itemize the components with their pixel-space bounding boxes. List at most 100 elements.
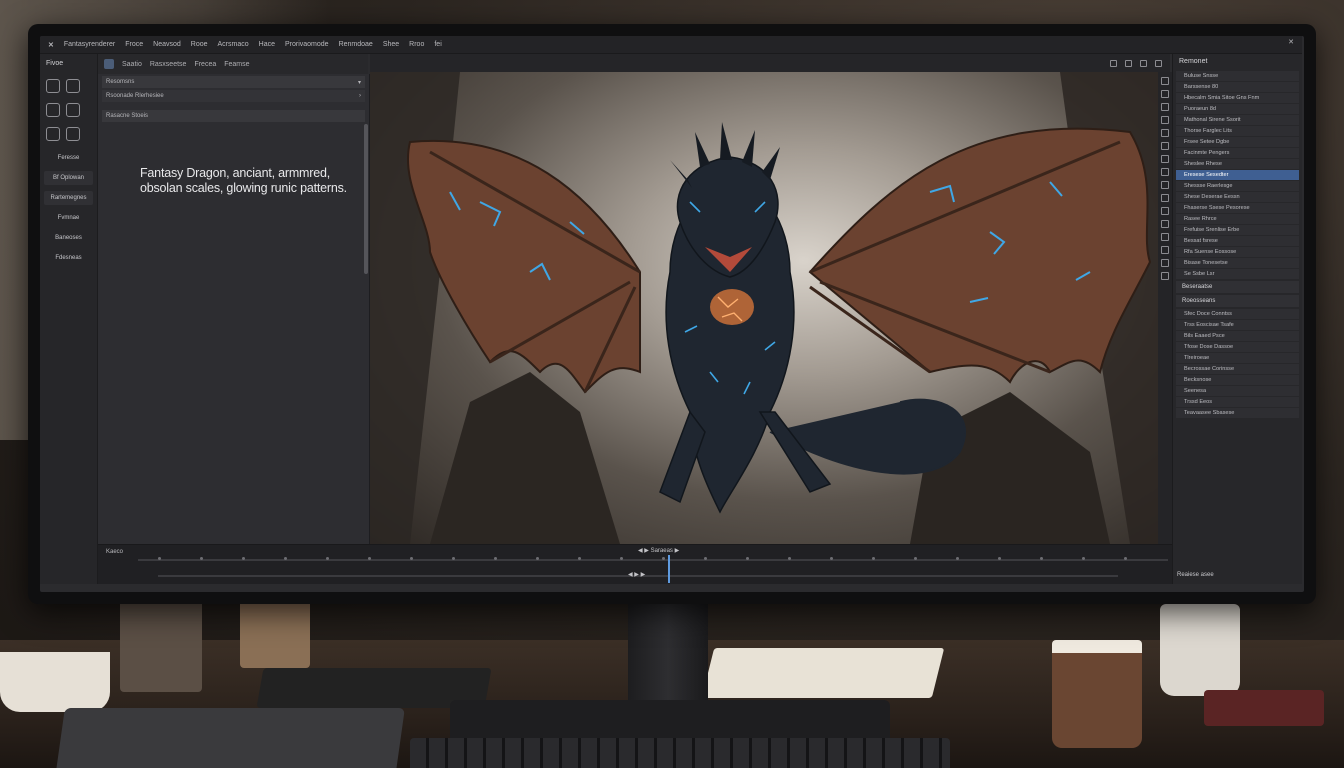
layer-row[interactable]: Eresese Sesedter <box>1176 170 1299 180</box>
tab[interactable]: Feamse <box>224 61 249 68</box>
layer-row[interactable]: Tfose Dose Dassoe <box>1176 342 1299 352</box>
layer-row[interactable]: Becrossae Corinsse <box>1176 364 1299 374</box>
keyframe-dot[interactable] <box>1040 557 1043 560</box>
keyframe-dot[interactable] <box>788 557 791 560</box>
keyframe-dot[interactable] <box>536 557 539 560</box>
zoom-icon[interactable] <box>1140 59 1147 67</box>
timeline-track[interactable] <box>138 559 1168 561</box>
layer-row[interactable]: Puoraeun 8d <box>1176 104 1299 114</box>
rail-button[interactable]: Fdesneas <box>44 251 93 265</box>
keyframe-dot[interactable] <box>914 557 917 560</box>
keyframe-dot[interactable] <box>284 557 287 560</box>
layer-row[interactable]: Bils Eaaed Psce <box>1176 331 1299 341</box>
wand-icon[interactable] <box>46 103 60 117</box>
menu-item[interactable]: Rroo <box>409 41 424 48</box>
keyframe-dot[interactable] <box>158 557 161 560</box>
playback-controls[interactable]: ◀ ▶ Saraeas ▶ <box>638 547 679 554</box>
menu-item[interactable]: Fantasyrenderer <box>64 41 115 48</box>
keyframe-dot[interactable] <box>452 557 455 560</box>
link-icon[interactable] <box>66 103 80 117</box>
playback-controls-bottom[interactable]: ◀ ▶ ▶ <box>628 571 645 578</box>
menu-item[interactable]: Acrsmaco <box>218 41 249 48</box>
grid-icon[interactable] <box>1125 59 1132 67</box>
layer-row[interactable]: Rfa Suense Eossose <box>1176 247 1299 257</box>
menu-item[interactable]: Froce <box>125 41 143 48</box>
keyframe-dot[interactable] <box>242 557 245 560</box>
pin-icon[interactable] <box>1161 233 1169 241</box>
keyframe-dot[interactable] <box>1124 557 1127 560</box>
rail-button[interactable]: Baneoses <box>44 231 93 245</box>
rail-button[interactable]: Bf Oplowan <box>44 171 93 185</box>
image-canvas[interactable] <box>370 72 1158 544</box>
layer-row[interactable]: Bisase Tonesetse <box>1176 258 1299 268</box>
keyframe-dot[interactable] <box>998 557 1001 560</box>
history-icon[interactable] <box>1161 103 1169 111</box>
mask-icon[interactable] <box>1161 129 1169 137</box>
keyframe-dot[interactable] <box>200 557 203 560</box>
menu-item[interactable]: fei <box>434 41 441 48</box>
layer-row[interactable]: Teavaasee Sbasese <box>1176 408 1299 418</box>
layers-icon[interactable] <box>1161 77 1169 85</box>
menu-item[interactable]: Rooe <box>191 41 208 48</box>
crop-icon[interactable] <box>46 79 60 93</box>
keyframe-dot[interactable] <box>830 557 833 560</box>
layer-row[interactable]: Buluse Snsse <box>1176 71 1299 81</box>
scrollbar[interactable] <box>364 124 368 274</box>
keyframe-dot[interactable] <box>746 557 749 560</box>
brush-settings-icon[interactable] <box>1161 155 1169 163</box>
close-icon[interactable]: ✕ <box>1288 38 1294 46</box>
layer-row[interactable]: Tlreiroeae <box>1176 353 1299 363</box>
layer-row[interactable]: Sfec Doce Conntss <box>1176 309 1299 319</box>
layer-row[interactable]: Becksnose <box>1176 375 1299 385</box>
info-icon[interactable] <box>1161 220 1169 228</box>
layer-row[interactable]: Facinmte Pengers <box>1176 148 1299 158</box>
layer-row[interactable]: Trssd Eeos <box>1176 397 1299 407</box>
eye-icon[interactable] <box>1161 246 1169 254</box>
tab[interactable]: Frecea <box>194 61 216 68</box>
transform-icon[interactable] <box>46 127 60 141</box>
user-icon[interactable] <box>1161 272 1169 280</box>
export-icon[interactable] <box>1161 194 1169 202</box>
layer-row[interactable]: Mathonal Sirene Ssorit <box>1176 115 1299 125</box>
channel-icon[interactable] <box>1161 142 1169 150</box>
layer-row[interactable]: Bessat fsrese <box>1176 236 1299 246</box>
keyframe-dot[interactable] <box>410 557 413 560</box>
prompt-textarea[interactable]: Fantasy Dragon, anciant, armmred, obsola… <box>140 166 360 196</box>
menu-item[interactable]: Shee <box>383 41 399 48</box>
layer-row[interactable]: Sheslee Rhese <box>1176 159 1299 169</box>
share-icon[interactable] <box>1161 207 1169 215</box>
rail-button[interactable]: Rartemegnes <box>44 191 93 205</box>
settings-icon[interactable] <box>1110 59 1117 67</box>
keyframe-dot[interactable] <box>956 557 959 560</box>
adjust-icon[interactable] <box>1161 90 1169 98</box>
menu-item[interactable]: Renmdoae <box>339 41 373 48</box>
playhead[interactable] <box>668 555 670 583</box>
panel-subheader[interactable]: Rsoonade Rlerhesiee › <box>102 90 365 102</box>
menu-item[interactable]: Hace <box>259 41 275 48</box>
layer-row[interactable]: Se Ssbe Lsr <box>1176 269 1299 279</box>
keyframe-dot[interactable] <box>578 557 581 560</box>
tab[interactable]: Rasxseetse <box>150 61 187 68</box>
keyframe-dot[interactable] <box>704 557 707 560</box>
color-icon[interactable] <box>1161 116 1169 124</box>
layer-row[interactable]: Barssense 80 <box>1176 82 1299 92</box>
layer-row[interactable]: Thorse Farglec Lits <box>1176 126 1299 136</box>
menu-item[interactable]: Prorivaomode <box>285 41 329 48</box>
layer-row[interactable]: Seenesa <box>1176 386 1299 396</box>
lock-icon[interactable] <box>1161 259 1169 267</box>
eraser-icon[interactable] <box>66 127 80 141</box>
menu-item[interactable]: Neavsod <box>153 41 181 48</box>
rail-button[interactable]: Fvmnae <box>44 211 93 225</box>
keyframe-dot[interactable] <box>872 557 875 560</box>
keyframe-dot[interactable] <box>620 557 623 560</box>
fit-icon[interactable] <box>1155 59 1162 67</box>
keyframe-dot[interactable] <box>494 557 497 560</box>
layer-row[interactable]: Shese Deserae Eessn <box>1176 192 1299 202</box>
brush-icon[interactable] <box>66 79 80 93</box>
layer-row[interactable]: Trss Eoscisae Tsafe <box>1176 320 1299 330</box>
layer-row[interactable]: Hbecalm Smia Sitoe Gns Fnm <box>1176 93 1299 103</box>
filter-icon[interactable] <box>1161 181 1169 189</box>
keyframe-dot[interactable] <box>368 557 371 560</box>
keyframe-dot[interactable] <box>326 557 329 560</box>
layer-row[interactable]: Frsee Setee Dgbe <box>1176 137 1299 147</box>
